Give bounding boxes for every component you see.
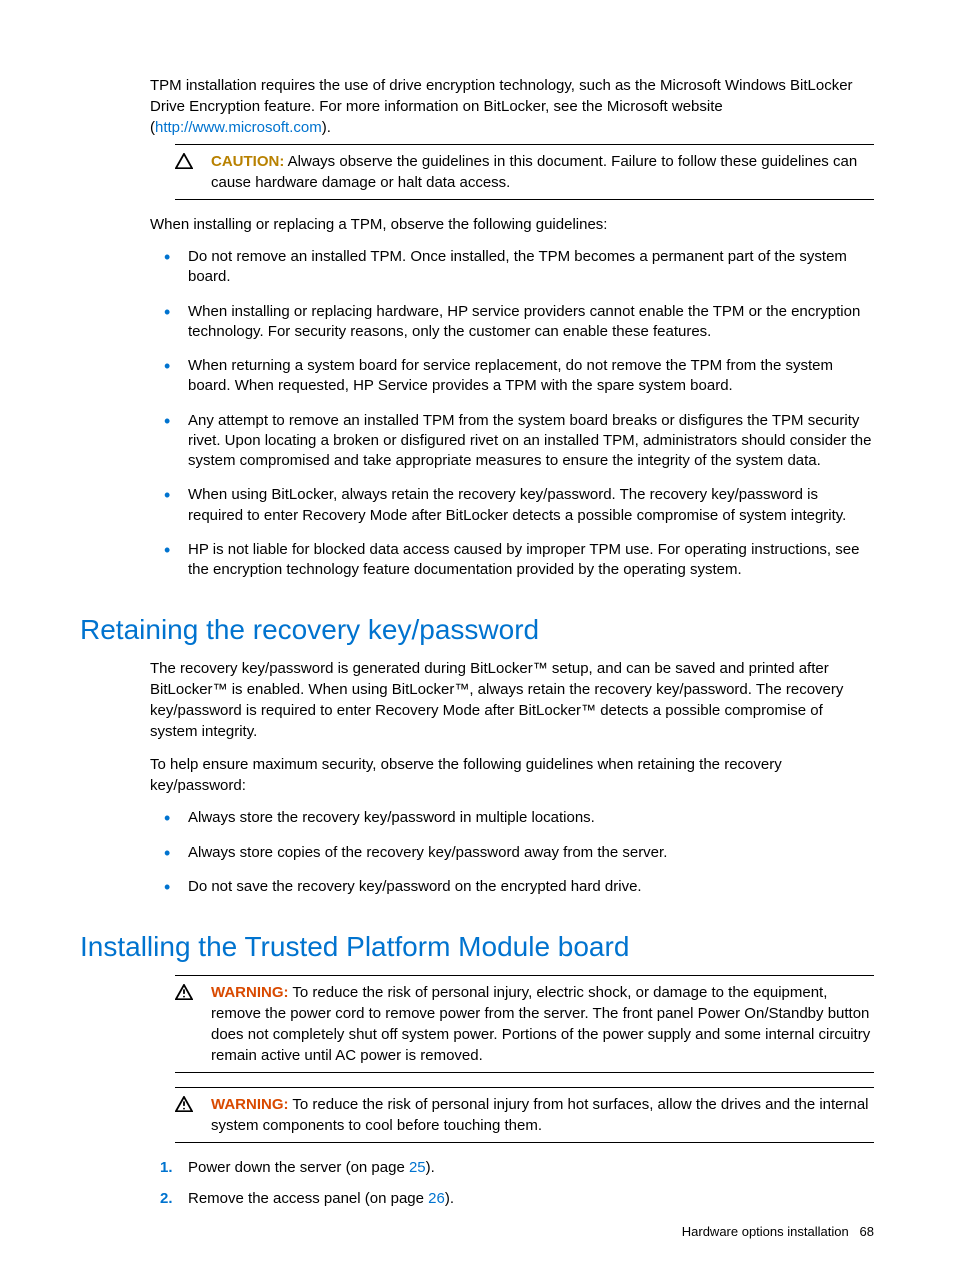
list-item: When returning a system board for servic… (150, 356, 874, 411)
section-heading-installing: Installing the Trusted Platform Module b… (80, 931, 874, 963)
list-item: Always store the recovery key/password i… (150, 808, 874, 842)
page-footer: Hardware options installation 68 (682, 1224, 874, 1239)
caution-label: CAUTION: (211, 153, 284, 170)
page-ref-link[interactable]: 26 (428, 1190, 445, 1207)
step-item: Power down the server (on page 25). (150, 1157, 874, 1188)
warning-icon (175, 1094, 211, 1116)
step-text-a: Power down the server (on page (188, 1159, 409, 1176)
page-ref-link[interactable]: 25 (409, 1159, 426, 1176)
warning-text: To reduce the risk of personal injury fr… (211, 1096, 869, 1134)
caution-icon (175, 151, 211, 173)
list-item: Any attempt to remove an installed TPM f… (150, 411, 874, 486)
step-text-b: ). (445, 1190, 454, 1207)
section1-list: Always store the recovery key/password i… (150, 808, 874, 911)
caution-text: Always observe the guidelines in this do… (211, 153, 857, 191)
microsoft-link[interactable]: http://www.microsoft.com (155, 119, 322, 136)
intro-text-b: ). (322, 119, 331, 136)
step-text-a: Remove the access panel (on page (188, 1190, 428, 1207)
install-steps: Power down the server (on page 25). Remo… (150, 1157, 874, 1219)
list-item: Do not remove an installed TPM. Once ins… (150, 247, 874, 302)
list-item: Always store copies of the recovery key/… (150, 843, 874, 877)
guidelines-intro: When installing or replacing a TPM, obse… (150, 214, 874, 235)
list-item: Do not save the recovery key/password on… (150, 877, 874, 911)
warning-label: WARNING: (211, 1096, 289, 1113)
list-item: When installing or replacing hardware, H… (150, 302, 874, 357)
footer-section: Hardware options installation (682, 1224, 849, 1239)
section1-p2: To help ensure maximum security, observe… (150, 754, 874, 796)
step-text-b: ). (426, 1159, 435, 1176)
caution-callout: CAUTION: Always observe the guidelines i… (175, 144, 874, 200)
list-item: HP is not liable for blocked data access… (150, 540, 874, 595)
guidelines-list: Do not remove an installed TPM. Once ins… (150, 247, 874, 594)
section-heading-retaining: Retaining the recovery key/password (80, 614, 874, 646)
intro-paragraph: TPM installation requires the use of dri… (150, 75, 874, 138)
footer-page-number: 68 (860, 1224, 874, 1239)
warning-callout-2: WARNING: To reduce the risk of personal … (175, 1087, 874, 1143)
warning-text: To reduce the risk of personal injury, e… (211, 984, 870, 1064)
step-item: Remove the access panel (on page 26). (150, 1188, 874, 1219)
warning-label: WARNING: (211, 984, 289, 1001)
section1-p1: The recovery key/password is generated d… (150, 658, 874, 742)
list-item: When using BitLocker, always retain the … (150, 485, 874, 540)
warning-callout-1: WARNING: To reduce the risk of personal … (175, 975, 874, 1073)
warning-icon (175, 982, 211, 1004)
